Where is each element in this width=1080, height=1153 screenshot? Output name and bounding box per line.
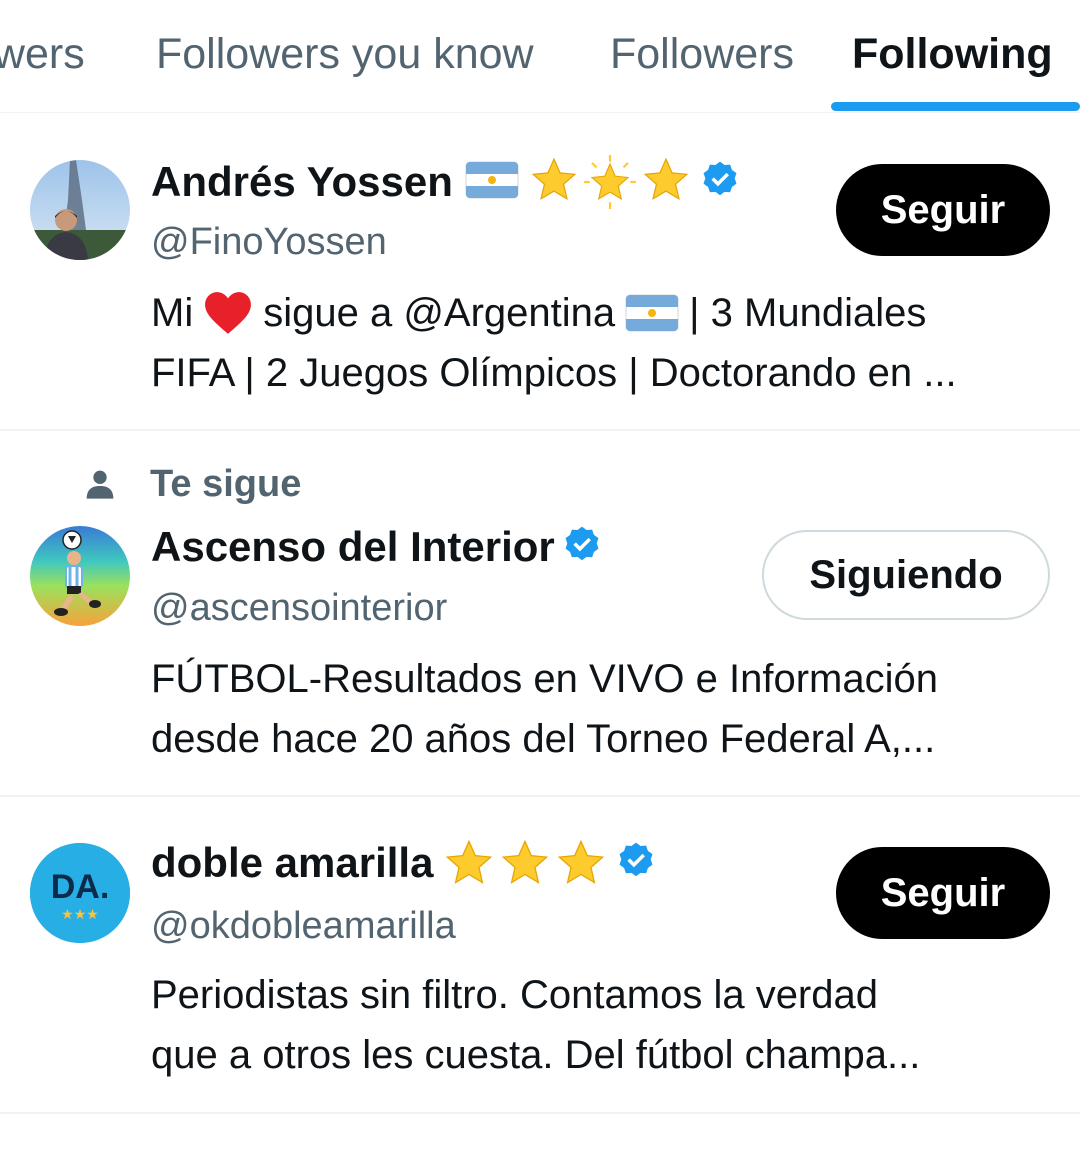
name-line: doble amarilla [151, 837, 657, 889]
tab-followers[interactable]: Followers [610, 28, 794, 80]
following-button[interactable]: Siguiendo [762, 530, 1050, 620]
name-line: Ascenso del Interior [151, 521, 603, 573]
tab-followers-you-know[interactable]: Followers you know [156, 28, 534, 80]
bio-text: Mi [151, 291, 194, 335]
follows-you-indicator: Te sigue [84, 461, 301, 507]
red-heart-icon [203, 290, 253, 336]
star-icon [502, 839, 549, 884]
user-name[interactable]: Ascenso del Interior [151, 521, 555, 573]
avatar[interactable]: DA. ★★★ [30, 843, 130, 943]
name-stars [441, 837, 609, 889]
name-line: Andrés Yossen [151, 155, 741, 209]
follow-button[interactable]: Seguir [836, 847, 1050, 939]
bio-text: Periodistas sin filtro. Contamos la verd… [151, 973, 878, 1017]
bio-text: FIFA | 2 Juegos Olímpicos | Doctorando e… [151, 351, 957, 395]
person-icon [86, 470, 114, 499]
user-bio: Periodistas sin filtro. Contamos la verd… [151, 965, 1051, 1085]
avatar[interactable] [30, 526, 130, 626]
flag-argentina-icon [625, 294, 679, 332]
star-icon [446, 839, 493, 884]
flag-argentina-icon [465, 161, 519, 204]
bio-text: sigue a @Argentina [263, 291, 616, 335]
star-icon [558, 839, 605, 884]
user-name[interactable]: doble amarilla [151, 837, 433, 889]
verified-badge-icon[interactable] [615, 840, 657, 887]
user-name[interactable]: Andrés Yossen [151, 156, 453, 208]
name-stars [527, 155, 693, 209]
user-handle[interactable]: @okdobleamarilla [151, 903, 456, 949]
user-handle[interactable]: @ascensointerior [151, 585, 447, 631]
bio-text: que a otros les cuesta. Del fútbol champ… [151, 1033, 921, 1077]
user-cell[interactable]: DA. ★★★ doble amarilla @okdobleamarilla … [0, 797, 1080, 1114]
user-cell[interactable]: Andrés Yossen @FinoYossen Mi sigue a @Ar… [0, 113, 1080, 431]
user-handle[interactable]: @FinoYossen [151, 219, 387, 265]
bio-text: FÚTBOL-Resultados en VIVO e Información [151, 657, 938, 701]
tab-followers-verified[interactable]: owers [0, 28, 85, 80]
star-icon [531, 157, 577, 201]
avatar-text: DA. [51, 868, 110, 906]
glowing-star-icon [584, 155, 636, 209]
follows-you-label: Te sigue [150, 463, 302, 505]
verified-badge-icon[interactable] [699, 159, 741, 206]
verified-badge-icon[interactable] [561, 524, 603, 571]
star-icon [643, 157, 689, 201]
user-cell[interactable]: Te sigue Ascenso del Interior @ascensoin… [0, 431, 1080, 797]
user-bio: Mi sigue a @Argentina | 3 Mundiales FIFA… [151, 283, 1051, 403]
profile-tabs: owers Followers you know Followers Follo… [0, 0, 1080, 113]
follow-button[interactable]: Seguir [836, 164, 1050, 256]
avatar[interactable] [30, 160, 130, 260]
avatar-stars: ★★★ [61, 907, 99, 923]
user-bio: FÚTBOL-Resultados en VIVO e Información … [151, 649, 1051, 769]
active-tab-indicator [831, 102, 1080, 111]
tab-following[interactable]: Following [852, 28, 1053, 80]
bio-text: desde hace 20 años del Torneo Federal A,… [151, 717, 936, 761]
bio-text: | 3 Mundiales [689, 291, 927, 335]
